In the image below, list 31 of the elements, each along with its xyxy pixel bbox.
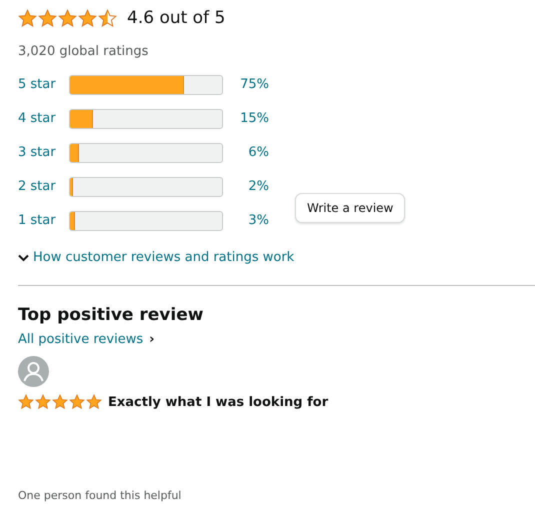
all-positive-reviews-link[interactable]: All positive reviews (18, 330, 144, 350)
review-title: Exactly what I was looking for (108, 394, 328, 412)
star-icon (35, 394, 51, 410)
percent-link[interactable]: 3% (223, 211, 269, 231)
star-filter-link[interactable]: 1 star (18, 211, 69, 231)
chevron-down-icon (18, 254, 29, 262)
ratings-count: 3,020 global ratings (18, 42, 150, 60)
star-icon (18, 394, 34, 410)
rating-text: 4.6 out of 5 (127, 7, 226, 30)
star-icon (78, 9, 97, 28)
percent-link[interactable]: 15% (223, 109, 269, 129)
star-filter-link[interactable]: 3 star (18, 143, 69, 163)
star-icon (86, 394, 102, 410)
star-filter-link[interactable]: 2 star (18, 177, 69, 197)
section-heading: Top positive review (18, 304, 204, 326)
star-icon (38, 9, 57, 28)
star-icon (18, 9, 37, 28)
star-filter-link[interactable]: 4 star (18, 109, 69, 129)
star-icon (98, 9, 117, 28)
percent-link[interactable]: 2% (223, 177, 269, 197)
percent-link[interactable]: 75% (223, 75, 269, 95)
how-reviews-work-link[interactable]: How customer reviews and ratings work (33, 248, 294, 268)
star-icon (52, 394, 68, 410)
percent-link[interactable]: 6% (223, 143, 269, 163)
avatar-icon (18, 356, 49, 386)
star-icon (58, 9, 77, 28)
helpful-count: One person found this helpful (18, 488, 182, 504)
chevron-right: › (149, 331, 154, 349)
write-review-button[interactable]: Write a review (295, 193, 406, 223)
star-icon (69, 394, 85, 410)
star-filter-link[interactable]: 5 star (18, 75, 69, 95)
